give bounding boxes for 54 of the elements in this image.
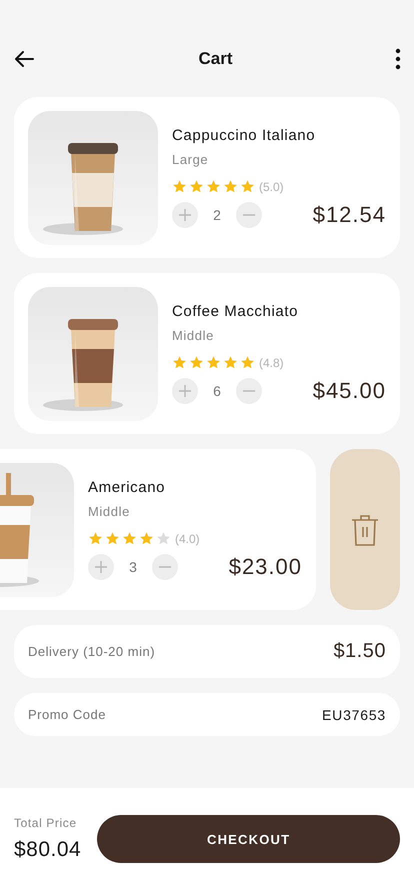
product-price: $12.54 xyxy=(312,202,386,228)
delivery-price: $1.50 xyxy=(333,640,386,663)
star-icon xyxy=(189,355,204,370)
decrease-button[interactable] xyxy=(236,202,262,228)
cart-item-card[interactable]: Coffee Macchiato Middle (4.8) 6 $45.00 xyxy=(14,273,400,434)
star-icon xyxy=(105,531,120,546)
star-icon xyxy=(122,531,137,546)
product-size: Middle xyxy=(172,328,215,343)
trash-icon xyxy=(350,512,380,546)
star-icon xyxy=(88,531,103,546)
star-icon xyxy=(240,179,255,194)
cart-item-card[interactable]: Americano Middle (4.0) 3 $23.00 xyxy=(0,449,316,610)
star-icon xyxy=(223,179,238,194)
product-name: Americano xyxy=(88,479,166,496)
star-icon xyxy=(189,179,204,194)
quantity-value: 2 xyxy=(212,207,222,223)
star-icon xyxy=(206,179,221,194)
cart-item-card[interactable]: Cappuccino Italiano Large (5.0) 2 $12.54 xyxy=(14,97,400,258)
star-icon xyxy=(139,531,154,546)
product-size: Middle xyxy=(88,504,131,519)
product-price: $23.00 xyxy=(228,554,302,580)
total-price: $80.04 xyxy=(14,838,82,862)
plus-icon xyxy=(178,384,192,398)
total-price-label: Total Price xyxy=(14,816,78,830)
product-size: Large xyxy=(172,152,210,167)
star-icon xyxy=(223,355,238,370)
decrease-button[interactable] xyxy=(236,378,262,404)
decrease-button[interactable] xyxy=(152,554,178,580)
quantity-value: 3 xyxy=(128,559,138,575)
increase-button[interactable] xyxy=(88,554,114,580)
delivery-label: Delivery (10-20 min) xyxy=(28,644,156,659)
promo-code-row[interactable]: Promo Code EU37653 xyxy=(14,693,400,736)
star-icon xyxy=(206,355,221,370)
product-name: Coffee Macchiato xyxy=(172,303,300,320)
rating-value: (4.0) xyxy=(175,532,200,546)
page-title: Cart xyxy=(198,48,232,68)
quantity-value: 6 xyxy=(212,383,222,399)
increase-button[interactable] xyxy=(172,378,198,404)
star-icon xyxy=(240,355,255,370)
more-options-icon[interactable] xyxy=(394,48,401,70)
promo-code-value: EU37653 xyxy=(322,706,386,722)
star-icon xyxy=(172,355,187,370)
plus-icon xyxy=(178,208,192,222)
star-icon xyxy=(156,531,171,546)
checkout-button[interactable]: CHECKOUT xyxy=(97,815,400,863)
product-name: Cappuccino Italiano xyxy=(172,127,316,144)
product-price: $45.00 xyxy=(312,378,386,404)
promo-code-label: Promo Code xyxy=(28,707,106,722)
plus-icon xyxy=(94,560,108,574)
delete-button[interactable] xyxy=(330,449,400,610)
rating-value: (5.0) xyxy=(259,180,284,194)
star-icon xyxy=(172,179,187,194)
increase-button[interactable] xyxy=(172,202,198,228)
rating-value: (4.8) xyxy=(259,356,284,370)
